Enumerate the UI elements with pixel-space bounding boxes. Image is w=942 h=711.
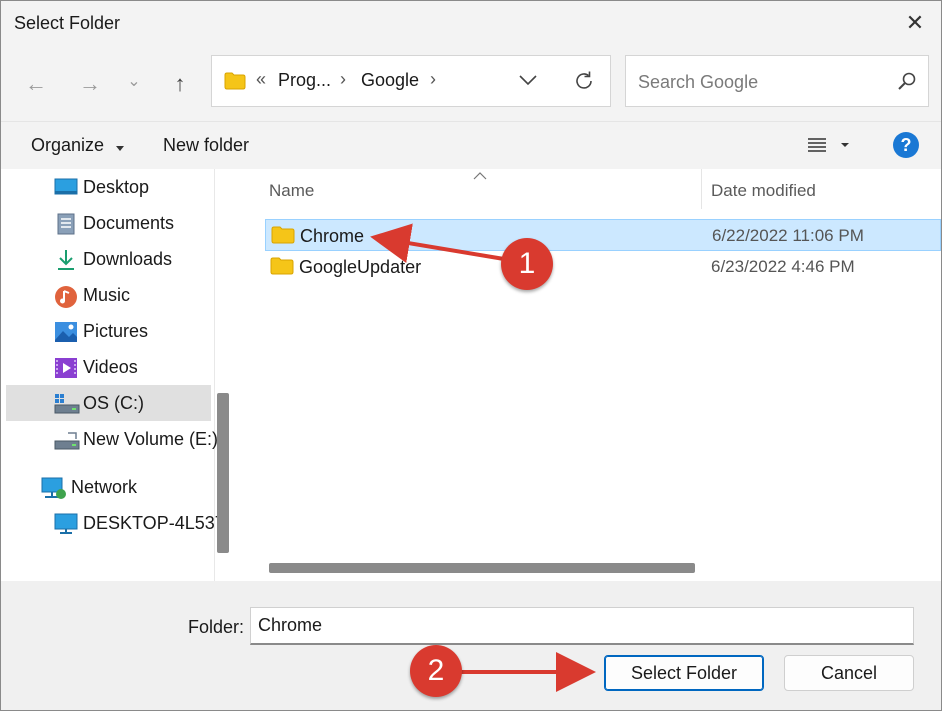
close-icon[interactable]: ✕ [903, 11, 927, 35]
command-bar: Organize New folder ? [1, 121, 941, 170]
sidebar-item-documents[interactable]: Documents [6, 205, 211, 241]
sidebar-item-label: Documents [83, 213, 175, 233]
organize-menu-button[interactable]: Organize [31, 135, 125, 157]
sidebar-item-pictures[interactable]: Pictures [6, 313, 211, 349]
sidebar-item-os-c[interactable]: OS (C:) [6, 385, 211, 421]
help-icon[interactable]: ? [893, 132, 919, 158]
forward-arrow-icon[interactable]: → [75, 69, 105, 99]
computer-icon [54, 513, 78, 534]
file-date: 6/23/2022 4:46 PM [711, 257, 855, 276]
dialog-title: Select Folder [14, 13, 121, 33]
downloads-icon [56, 249, 76, 270]
recent-locations-chevron-icon[interactable]: ⌄ [119, 67, 149, 97]
file-date: 6/22/2022 11:06 PM [712, 226, 864, 245]
sidebar-item-label: DESKTOP-4L537 [83, 513, 225, 533]
breadcrumb-separator[interactable]: › [340, 69, 346, 90]
sidebar-item-label: Videos [83, 357, 138, 377]
sidebar-item-label: Pictures [83, 321, 149, 341]
drive-icon [54, 393, 80, 414]
breadcrumb-overflow[interactable]: « [256, 69, 266, 90]
navigation-pane-scrollbar[interactable] [217, 393, 229, 553]
sidebar-item-label: New Volume (E:) [83, 429, 219, 449]
sidebar-item-label: Music [83, 285, 131, 305]
sidebar-item-label: Desktop [83, 177, 150, 197]
sidebar-item-label: OS (C:) [83, 393, 144, 413]
drive-icon [54, 429, 80, 450]
breadcrumb-separator[interactable]: › [430, 69, 436, 90]
videos-icon [54, 357, 77, 378]
breadcrumb-google[interactable]: Google [361, 70, 419, 91]
step-2-badge: 2 [410, 645, 462, 697]
sort-ascending-icon [473, 167, 487, 185]
sidebar-item-network[interactable]: Network [6, 469, 211, 505]
sidebar-item-desktop-4l537[interactable]: DESKTOP-4L537 [6, 505, 225, 541]
up-arrow-icon[interactable]: ↑ [165, 69, 195, 99]
desktop-icon [54, 177, 78, 197]
column-header-date-modified[interactable]: Date modified [711, 181, 816, 201]
folder-name-input[interactable] [250, 607, 914, 645]
folder-icon [271, 226, 295, 249]
cancel-button[interactable]: Cancel [784, 655, 914, 691]
sidebar-item-new-volume-e[interactable]: New Volume (E:) [6, 421, 218, 457]
folder-icon [224, 72, 246, 95]
address-dropdown-icon[interactable] [518, 73, 538, 92]
search-box[interactable] [625, 55, 929, 107]
music-icon [54, 285, 77, 308]
file-row-googleupdater[interactable]: GoogleUpdater 6/23/2022 4:46 PM [265, 251, 941, 283]
dialog-body: Desktop Documents Downloads Music Pictur… [1, 169, 941, 581]
folder-icon [270, 257, 294, 280]
breadcrumb-program-files[interactable]: Prog... [278, 70, 331, 91]
folder-field-label: Folder: [188, 617, 245, 637]
caret-down-icon [115, 136, 125, 157]
search-icon[interactable] [896, 70, 918, 97]
back-arrow-icon[interactable]: ← [21, 69, 51, 99]
network-icon [40, 477, 66, 499]
file-row-chrome[interactable]: Chrome 6/22/2022 11:06 PM [265, 219, 941, 251]
address-bar[interactable]: « Prog... › Google › [211, 55, 611, 107]
file-name: GoogleUpdater [299, 257, 422, 277]
column-divider[interactable] [701, 169, 702, 209]
sidebar-item-desktop[interactable]: Desktop [6, 169, 211, 205]
dialog-footer: Folder: Select Folder Cancel [1, 581, 941, 710]
file-list: Name Date modified Chrome 6/22/2022 11:0… [243, 169, 941, 581]
file-list-horizontal-scrollbar[interactable] [269, 563, 695, 573]
sidebar-item-videos[interactable]: Videos [6, 349, 211, 385]
pictures-icon [54, 321, 77, 342]
column-header-name[interactable]: Name [269, 181, 314, 201]
sidebar-item-downloads[interactable]: Downloads [6, 241, 211, 277]
title-bar: Select Folder ✕ [1, 1, 941, 47]
navigation-bar: ← → ⌄ ↑ « Prog... › Google › [1, 47, 941, 121]
select-folder-button[interactable]: Select Folder [604, 655, 764, 691]
step-1-badge: 1 [501, 238, 553, 290]
sidebar-item-label: Network [71, 477, 138, 497]
sidebar-item-label: Downloads [83, 249, 173, 269]
view-options-icon[interactable] [807, 136, 851, 161]
file-name: Chrome [300, 226, 365, 246]
navigation-pane: Desktop Documents Downloads Music Pictur… [1, 169, 225, 581]
refresh-icon[interactable] [572, 69, 596, 98]
organize-label: Organize [31, 135, 105, 155]
select-folder-dialog: Select Folder ✕ ← → ⌄ ↑ « Prog... › Goog… [0, 0, 942, 711]
search-input[interactable] [636, 69, 890, 95]
documents-icon [56, 213, 76, 235]
new-folder-button[interactable]: New folder [163, 135, 249, 156]
sidebar-item-music[interactable]: Music [6, 277, 211, 313]
